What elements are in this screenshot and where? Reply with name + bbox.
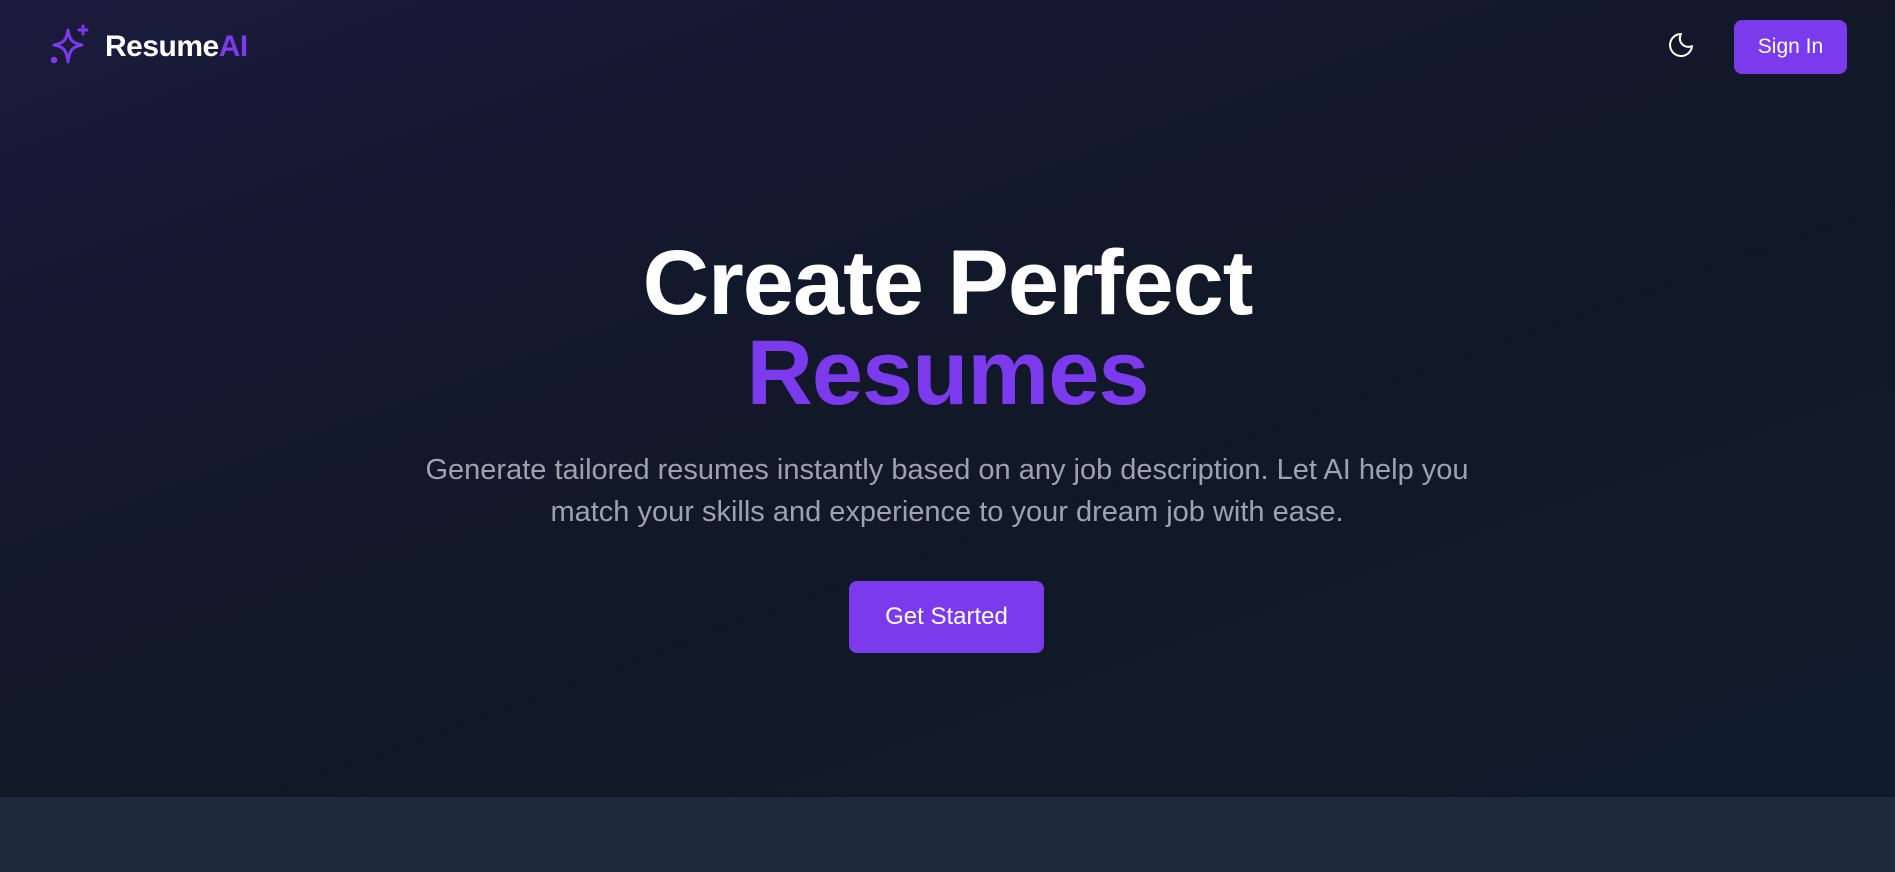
brand-logo[interactable]: ResumeAI xyxy=(47,24,248,70)
sparkles-icon xyxy=(47,22,93,73)
brand-name-accent: AI xyxy=(218,30,249,63)
get-started-button[interactable]: Get Started xyxy=(849,581,1044,653)
hero-title-line2: Resumes xyxy=(746,322,1149,424)
hero-title-line1: Create Perfect xyxy=(642,232,1254,334)
hero-headline: Create Perfect Resumes xyxy=(0,232,1895,424)
top-navbar: ResumeAI Sign In xyxy=(0,0,1895,94)
theme-toggle-button[interactable] xyxy=(1664,30,1698,64)
hero-subtitle: Generate tailored resumes instantly base… xyxy=(425,454,1469,528)
brand-name: ResumeAI xyxy=(105,30,248,64)
moon-icon xyxy=(1666,30,1696,65)
brand-name-main: Resume xyxy=(105,30,219,63)
sign-in-button[interactable]: Sign In xyxy=(1734,20,1847,74)
next-section-band xyxy=(0,797,1895,872)
